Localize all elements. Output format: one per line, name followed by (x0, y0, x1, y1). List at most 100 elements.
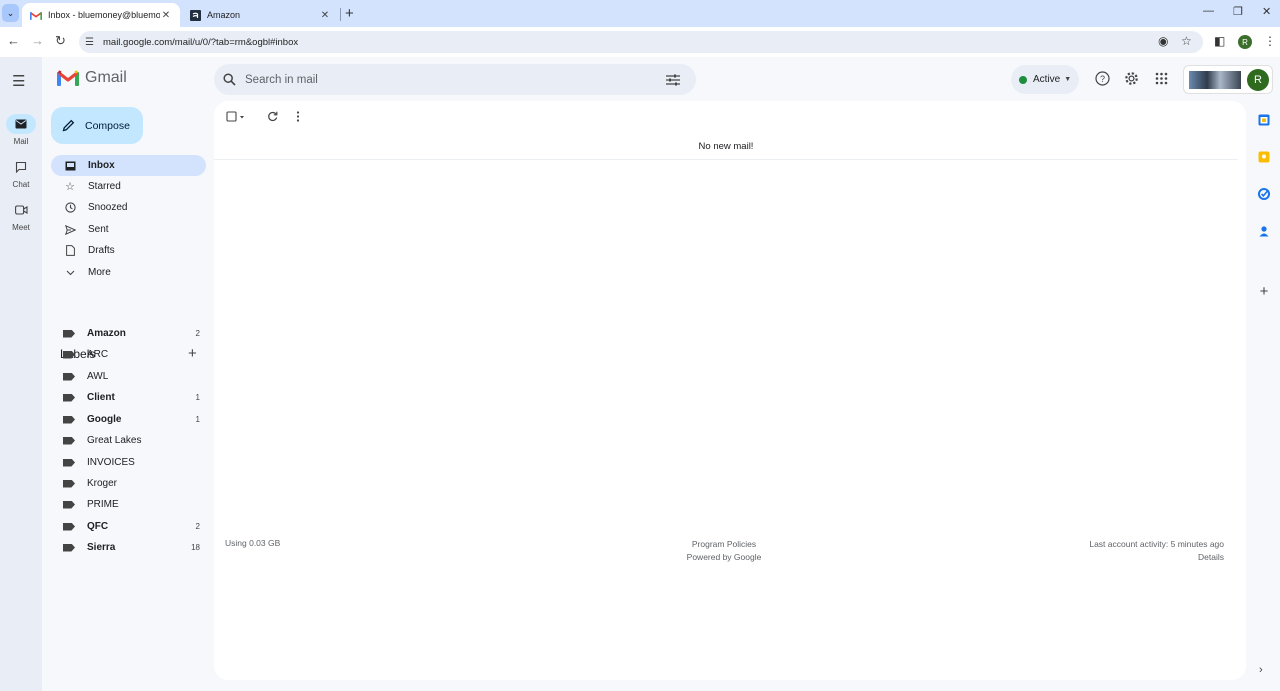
window-close-icon[interactable]: ✕ (1262, 5, 1271, 18)
unread-count: 1 (195, 415, 200, 424)
label-tag-icon (63, 522, 75, 531)
site-info-icon[interactable]: ☰ (85, 37, 97, 48)
tab-title: Inbox - bluemoney@bluemon (48, 10, 160, 20)
divider (214, 159, 1238, 160)
details-link[interactable]: Details (974, 551, 1224, 564)
unread-count: 2 (195, 329, 200, 338)
rail-label: Mail (13, 137, 29, 146)
label-item-qfc[interactable]: QFC 2 (51, 516, 206, 537)
refresh-icon[interactable] (267, 111, 278, 122)
message-list-panel: No new mail! Using 0.03 GB Program Polic… (214, 101, 1246, 680)
label-item-great-lakes[interactable]: Great Lakes (51, 430, 206, 451)
label-name: Amazon (87, 328, 126, 339)
label-tag-icon (63, 329, 75, 338)
browser-profile-avatar[interactable]: R (1238, 35, 1252, 49)
select-all-checkbox[interactable] (226, 111, 246, 123)
label-name: Great Lakes (87, 435, 142, 446)
label-tag-icon (63, 372, 75, 381)
label-item-google[interactable]: Google 1 (51, 409, 206, 430)
status-selector[interactable]: Active ▼ (1011, 65, 1079, 94)
storage-usage[interactable]: Using 0.03 GB (225, 538, 280, 548)
search-input[interactable] (245, 73, 666, 86)
browser-tab-amazon[interactable]: Amazon ✕ (181, 3, 339, 27)
product-name: Gmail (85, 69, 127, 86)
browser-tabstrip: ⌄ Inbox - bluemoney@bluemon ✕ Amazon ✕ +… (0, 0, 1280, 27)
tab-search-button[interactable]: ⌄ (2, 4, 19, 22)
sidebar-item-label: Snoozed (88, 202, 128, 213)
settings-gear-icon[interactable] (1124, 71, 1139, 86)
help-icon[interactable]: ? (1095, 71, 1110, 86)
sidebar-item-inbox[interactable]: Inbox (51, 155, 206, 176)
chat-icon (6, 157, 36, 177)
side-panel-icon[interactable]: ◧ (1214, 34, 1225, 48)
chevron-down-icon (63, 270, 77, 276)
browser-tab-gmail[interactable]: Inbox - bluemoney@bluemon ✕ (22, 3, 180, 27)
sidebar-item-snoozed[interactable]: Snoozed (51, 197, 206, 218)
label-item-invoices[interactable]: INVOICES (51, 452, 206, 473)
search-icon[interactable] (223, 73, 239, 86)
gmail-logo[interactable]: Gmail (57, 69, 127, 87)
sidebar-item-sent[interactable]: Sent (51, 219, 206, 240)
label-tag-icon (63, 458, 75, 467)
unread-count: 18 (191, 543, 200, 552)
sidebar-item-more[interactable]: More (51, 262, 206, 283)
label-tag-icon (63, 350, 75, 359)
rail-item-mail[interactable]: Mail (0, 114, 42, 146)
calendar-icon[interactable] (1257, 113, 1271, 127)
close-tab-icon[interactable]: ✕ (319, 10, 331, 21)
main-menu-icon[interactable]: ☰ (12, 72, 25, 90)
get-addons-icon[interactable]: + (1257, 283, 1271, 300)
restore-icon[interactable]: ❐ (1233, 5, 1243, 18)
status-label: Active (1033, 74, 1061, 85)
new-tab-button[interactable]: + (345, 5, 354, 22)
powered-by-text: Powered by Google (686, 552, 762, 562)
label-item-kroger[interactable]: Kroger (51, 473, 206, 494)
sidebar-item-label: More (88, 267, 111, 278)
address-bar[interactable]: ☰ mail.google.com/mail/u/0/?tab=rm&ogbl#… (79, 31, 1203, 53)
label-item-amazon[interactable]: Amazon 2 (51, 323, 206, 344)
label-item-client[interactable]: Client 1 (51, 387, 206, 408)
sidebar-item-starred[interactable]: ☆ Starred (51, 176, 206, 197)
gmail-icon (30, 9, 42, 21)
google-apps-icon[interactable] (1155, 72, 1168, 85)
eye-icon[interactable]: ◉ (1158, 34, 1168, 48)
chevron-right-icon[interactable]: › (1259, 664, 1263, 676)
label-item-prime[interactable]: PRIME (51, 494, 206, 515)
label-tag-icon (63, 543, 75, 552)
more-options-icon[interactable] (296, 111, 300, 122)
rail-item-chat[interactable]: Chat (0, 157, 42, 189)
footer-right: Last account activity: 5 minutes ago Det… (974, 538, 1224, 564)
label-name: Sierra (87, 542, 116, 553)
program-policies-link[interactable]: Program Policies (674, 538, 774, 551)
label-name: INVOICES (87, 457, 135, 468)
search-options-icon[interactable] (666, 74, 684, 86)
amazon-icon (189, 9, 201, 21)
pencil-icon (62, 119, 75, 132)
label-item-arc[interactable]: ARC (51, 344, 206, 365)
footer-center: Program Policies Powered by Google (674, 538, 774, 564)
tab-separator (340, 8, 341, 21)
label-name: Kroger (87, 478, 118, 489)
contacts-icon[interactable] (1257, 224, 1271, 238)
chevron-down-icon: ⌄ (6, 7, 15, 18)
compose-button[interactable]: Compose (51, 107, 143, 144)
label-item-sierra[interactable]: Sierra 18 (51, 537, 206, 558)
status-dot (1019, 75, 1027, 84)
label-name: Google (87, 414, 122, 425)
minimize-icon[interactable]: — (1203, 5, 1214, 17)
label-tag-icon (63, 479, 75, 488)
label-name: Client (87, 392, 115, 403)
keep-icon[interactable] (1257, 150, 1271, 164)
close-tab-icon[interactable]: ✕ (160, 10, 172, 21)
rail-item-meet[interactable]: Meet (0, 200, 42, 232)
reload-icon[interactable]: ↻ (55, 33, 66, 49)
browser-toolbar: ← → ↻ ☰ mail.google.com/mail/u/0/?tab=rm… (0, 27, 1280, 57)
search-bar[interactable] (214, 64, 696, 95)
label-item-awl[interactable]: AWL (51, 366, 206, 387)
sidebar-item-drafts[interactable]: Drafts (51, 240, 206, 261)
browser-menu-icon[interactable]: ⋮ (1264, 34, 1276, 48)
forward-icon[interactable]: → (31, 33, 44, 48)
bookmark-star-icon[interactable]: ☆ (1181, 34, 1192, 48)
tasks-icon[interactable] (1257, 187, 1271, 201)
back-icon[interactable]: ← (7, 33, 20, 48)
